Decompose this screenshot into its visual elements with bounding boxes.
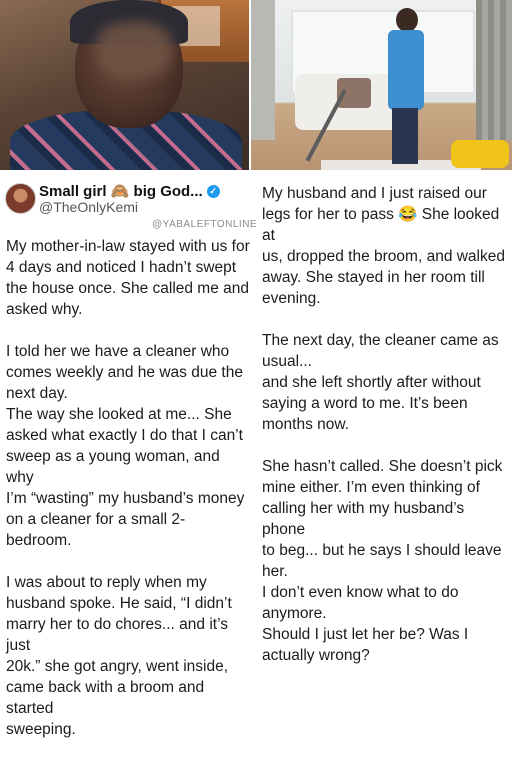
photo-mother-in-law (0, 0, 249, 170)
watermark: @YABALEFTONLINE (152, 219, 258, 230)
paragraph: The next day, the cleaner came as usual.… (262, 332, 499, 433)
paragraph: I was about to reply when my husband spo… (6, 574, 232, 738)
display-name[interactable]: Small girl 🙈 big God... (39, 182, 203, 200)
cleaner-apron (388, 30, 424, 110)
paragraph: I told her we have a cleaner who comes w… (6, 343, 245, 549)
blurred-face (96, 22, 172, 78)
paragraph: My husband and I just raised our legs fo… (262, 185, 505, 307)
avatar[interactable] (5, 183, 36, 214)
curtain-right (476, 0, 512, 140)
photo-cleaner (251, 0, 512, 170)
cleaner-person (376, 8, 428, 164)
post-text-right-column: My husband and I just raised our legs fo… (262, 183, 508, 687)
author-row: Small girl 🙈 big God... ✓ (39, 182, 220, 200)
paragraph: She hasn’t called. She doesn’t pick mine… (262, 458, 503, 664)
curtain-left (251, 0, 275, 140)
post-text-left-column: My mother-in-law stayed with us for 4 da… (6, 236, 250, 761)
vacuum-cleaner (451, 140, 509, 168)
paragraph: My mother-in-law stayed with us for 4 da… (6, 238, 250, 318)
cleaner-head (396, 8, 418, 32)
user-handle[interactable]: @TheOnlyKemi (39, 199, 138, 215)
verified-badge-icon: ✓ (206, 184, 220, 198)
cleaner-legs (392, 108, 418, 164)
